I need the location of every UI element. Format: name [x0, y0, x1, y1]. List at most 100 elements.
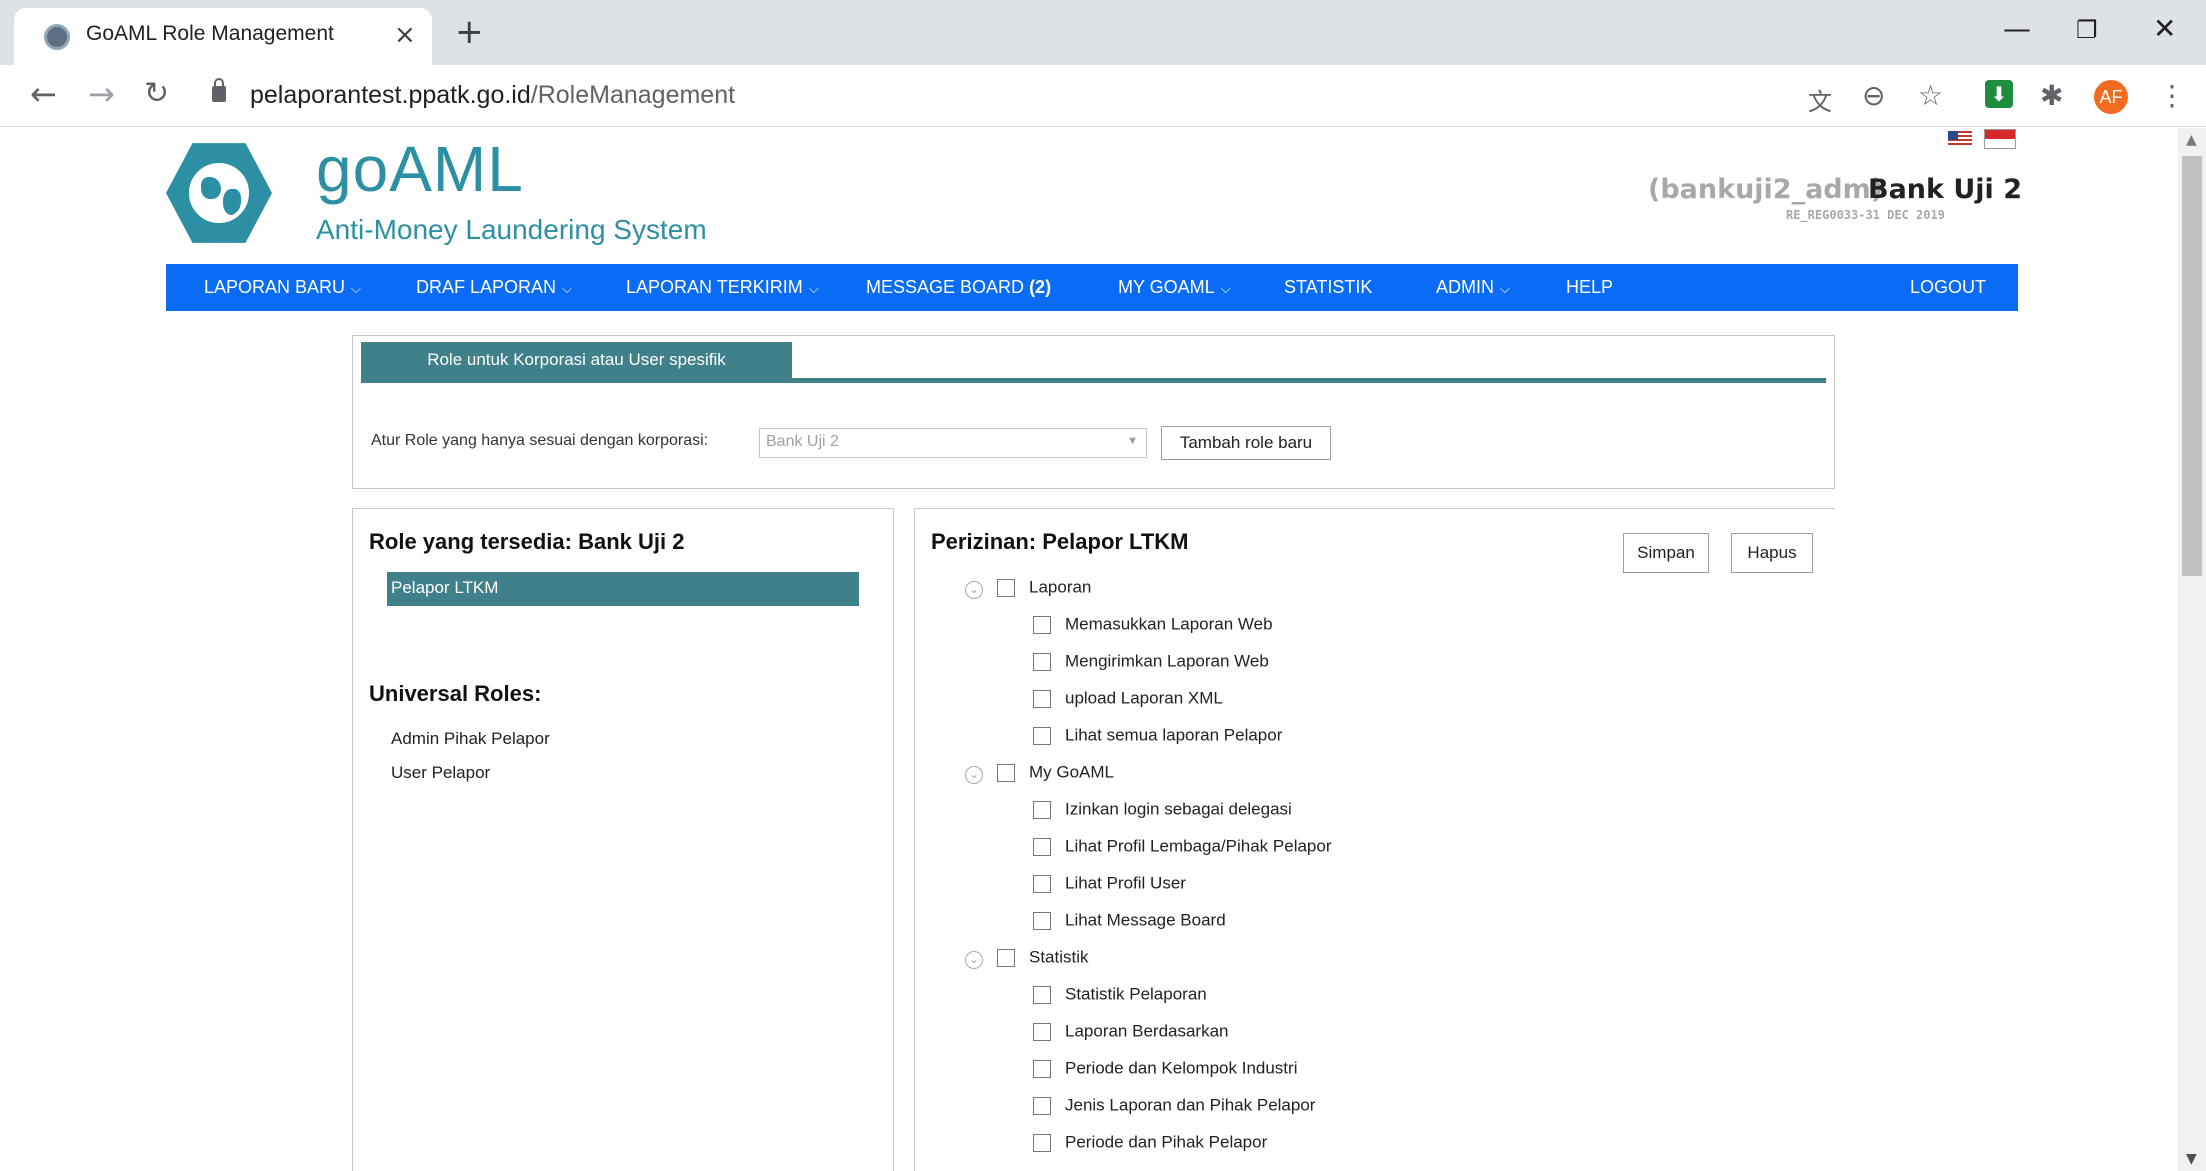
universal-roles-heading: Universal Roles:: [369, 681, 542, 706]
tab-title: GoAML Role Management: [86, 22, 334, 45]
tab-close-icon[interactable]: ×: [394, 20, 416, 50]
menu-logout[interactable]: LOGOUT: [1910, 277, 1986, 298]
flag-indonesia-icon[interactable]: [1984, 129, 2016, 149]
chevron-down-icon: ⌵: [1500, 281, 1510, 296]
permission-item[interactable]: Izinkan login sebagai delegasi: [1033, 799, 1292, 820]
permission-label: Izinkan login sebagai delegasi: [1065, 799, 1292, 819]
available-roles-panel: Role yang tersedia: Bank Uji 2 Pelapor L…: [352, 508, 894, 1171]
collapse-icon[interactable]: ⌄: [965, 951, 983, 969]
url-host: pelaporantest.ppatk.go.id: [250, 81, 531, 109]
role-item-selected[interactable]: Pelapor LTKM: [387, 572, 859, 606]
lock-icon[interactable]: [212, 78, 226, 102]
add-role-button[interactable]: Tambah role baru: [1161, 426, 1331, 460]
universal-role-item[interactable]: Admin Pihak Pelapor: [391, 729, 550, 749]
menu-label: MY GOAML: [1118, 277, 1215, 297]
checkbox[interactable]: [1033, 837, 1051, 856]
permission-item[interactable]: Periode dan Kelompok Industri: [1033, 1058, 1297, 1079]
user-login: (bankuji2_adm): [1648, 174, 1884, 205]
permission-item[interactable]: Memasukkan Laporan Web: [1033, 614, 1273, 635]
address-bar[interactable]: pelaporantest.ppatk.go.id/RoleManagement: [250, 81, 735, 110]
zoom-icon[interactable]: ⊖: [1862, 79, 1885, 112]
page-scrollbar[interactable]: ▲ ▼: [2178, 128, 2206, 1171]
permission-item[interactable]: Jenis Laporan dan Pihak Pelapor: [1033, 1095, 1315, 1116]
checkbox[interactable]: [1033, 1059, 1051, 1078]
menu-help[interactable]: HELP: [1566, 277, 1613, 298]
checkbox[interactable]: [1033, 652, 1051, 671]
browser-toolbar: ← → ↻ pelaporantest.ppatk.go.id/RoleMana…: [0, 65, 2206, 127]
reload-icon[interactable]: ↻: [144, 76, 169, 111]
checkbox[interactable]: [1033, 1133, 1051, 1152]
permission-label: Periode dan Kelompok Industri: [1065, 1058, 1298, 1078]
permission-group-my-goaml[interactable]: My GoAML: [997, 762, 1114, 783]
checkbox[interactable]: [1033, 689, 1051, 708]
available-roles-heading: Role yang tersedia: Bank Uji 2: [369, 529, 685, 554]
permission-item[interactable]: Lihat Profil User: [1033, 873, 1186, 894]
url-path: /RoleManagement: [530, 81, 736, 109]
permission-item[interactable]: Mengirimkan Laporan Web: [1033, 651, 1269, 672]
window-close-icon[interactable]: ✕: [2153, 12, 2176, 45]
menu-label: DRAF LAPORAN: [416, 277, 557, 297]
checkbox[interactable]: [1033, 800, 1051, 819]
checkbox[interactable]: [1033, 911, 1051, 930]
permissions-heading: Perizinan: Pelapor LTKM: [931, 529, 1189, 554]
menu-draf-laporan[interactable]: DRAF LAPORAN ⌵: [416, 277, 572, 298]
checkbox[interactable]: [1033, 726, 1051, 745]
scroll-up-icon[interactable]: ▲: [2186, 132, 2197, 148]
checkbox[interactable]: [1033, 985, 1051, 1004]
corporation-label: Atur Role yang hanya sesuai dengan korpo…: [371, 432, 709, 449]
restore-icon[interactable]: ❐: [2076, 16, 2098, 44]
checkbox[interactable]: [1033, 1096, 1051, 1115]
delete-button[interactable]: Hapus: [1731, 533, 1813, 573]
universal-role-item[interactable]: User Pelapor: [391, 763, 490, 783]
scroll-down-icon[interactable]: ▼: [2186, 1151, 2197, 1167]
browser-tab[interactable]: GoAML Role Management ×: [14, 8, 432, 65]
permission-item[interactable]: Lihat semua laporan Pelapor: [1033, 725, 1282, 746]
menu-admin[interactable]: ADMIN ⌵: [1436, 277, 1510, 298]
permission-label: Lihat Profil Lembaga/Pihak Pelapor: [1065, 836, 1332, 856]
forward-icon[interactable]: →: [88, 75, 115, 113]
checkbox[interactable]: [1033, 874, 1051, 893]
permission-item[interactable]: upload Laporan XML: [1033, 688, 1223, 709]
back-icon[interactable]: ←: [30, 75, 57, 113]
corporation-select-value: Bank Uji 2: [766, 433, 839, 450]
menu-statistik[interactable]: STATISTIK: [1284, 277, 1372, 298]
permission-label: Lihat semua laporan Pelapor: [1065, 725, 1283, 745]
scroll-thumb[interactable]: [2182, 156, 2202, 576]
permission-label: Memasukkan Laporan Web: [1065, 614, 1273, 634]
menu-laporan-terkirim[interactable]: LAPORAN TERKIRIM ⌵: [626, 277, 819, 298]
permission-item[interactable]: Statistik Pelaporan: [1033, 984, 1207, 1005]
tab-role-korporasi[interactable]: Role untuk Korporasi atau User spesifik: [361, 342, 792, 378]
chevron-down-icon: ⌵: [808, 281, 819, 296]
brand-title: goAML: [316, 133, 524, 205]
menu-laporan-baru[interactable]: LAPORAN BARU ⌵: [204, 277, 361, 298]
permission-label: Laporan Berdasarkan: [1065, 1021, 1229, 1041]
permission-item[interactable]: Lihat Message Board: [1033, 910, 1226, 931]
new-tab-button[interactable]: +: [455, 12, 484, 52]
checkbox[interactable]: [1033, 1022, 1051, 1041]
collapse-icon[interactable]: ⌄: [965, 766, 983, 784]
permission-item[interactable]: Periode dan Pihak Pelapor: [1033, 1132, 1267, 1153]
browser-menu-icon[interactable]: ⋮: [2158, 79, 2186, 112]
permission-item[interactable]: Lihat Profil Lembaga/Pihak Pelapor: [1033, 836, 1332, 857]
permission-group-laporan[interactable]: Laporan: [997, 577, 1091, 598]
save-button[interactable]: Simpan: [1623, 533, 1709, 573]
chevron-down-icon: ⌵: [1220, 281, 1231, 296]
checkbox[interactable]: [997, 578, 1015, 597]
profile-avatar[interactable]: AF: [2094, 80, 2128, 114]
bookmark-star-icon[interactable]: ☆: [1918, 79, 1943, 112]
permission-group-statistik[interactable]: Statistik: [997, 947, 1089, 968]
download-extension-icon[interactable]: ⬇: [1985, 80, 2013, 108]
flag-english-icon[interactable]: [1948, 131, 1972, 147]
menu-message-board[interactable]: MESSAGE BOARD (2): [866, 277, 1051, 298]
minimize-icon[interactable]: —: [2003, 12, 2031, 45]
menu-my-goaml[interactable]: MY GOAML ⌵: [1118, 277, 1231, 298]
checkbox[interactable]: [1033, 615, 1051, 634]
permission-item[interactable]: Laporan Berdasarkan: [1033, 1021, 1229, 1042]
extensions-icon[interactable]: ✱: [2040, 79, 2063, 112]
menu-label: STATISTIK: [1284, 277, 1373, 297]
checkbox[interactable]: [997, 948, 1015, 967]
checkbox[interactable]: [997, 763, 1015, 782]
corporation-select[interactable]: Bank Uji 2 ▼: [759, 428, 1147, 458]
collapse-icon[interactable]: ⌄: [965, 581, 983, 599]
translate-icon[interactable]: 文: [1808, 82, 1832, 117]
